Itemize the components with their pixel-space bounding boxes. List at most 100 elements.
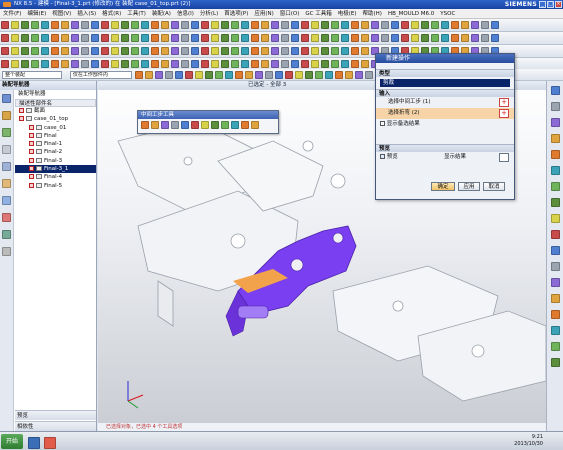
toolbar-tool-icon[interactable] xyxy=(381,21,389,29)
toolbar-tool-icon[interactable] xyxy=(211,47,219,55)
type-dropdown[interactable]: 剪裁 xyxy=(380,79,510,87)
selection-tool-icon[interactable] xyxy=(204,71,213,79)
toolbar-tool-icon[interactable] xyxy=(231,60,239,68)
menu-item[interactable]: 帮助(H) xyxy=(360,11,385,17)
toolbar-tool-icon[interactable] xyxy=(291,60,299,68)
toolbar-tool-icon[interactable] xyxy=(361,34,369,42)
toolbar-tool-icon[interactable] xyxy=(231,47,239,55)
toolbar-tool-icon[interactable] xyxy=(161,60,169,68)
toolbar-tool-icon[interactable] xyxy=(61,21,69,29)
toolbar-tool-icon[interactable] xyxy=(261,34,269,42)
step-tool-icon[interactable] xyxy=(191,121,199,129)
toolbar-tool-icon[interactable] xyxy=(61,60,69,68)
toolbar-tool-icon[interactable] xyxy=(211,34,219,42)
selection-tool-icon[interactable] xyxy=(234,71,243,79)
toolbar-tool-icon[interactable] xyxy=(21,60,29,68)
app-taskbar-icon[interactable] xyxy=(28,437,40,449)
tree-node[interactable]: Final-3 xyxy=(15,157,96,165)
toolbar-tool-icon[interactable] xyxy=(211,60,219,68)
toolbar-tool-icon[interactable] xyxy=(81,21,89,29)
close-icon[interactable]: × xyxy=(555,1,562,8)
toolbar-tool-icon[interactable] xyxy=(401,34,409,42)
toolbar-tool-icon[interactable] xyxy=(1,34,9,42)
toolbar-tool-icon[interactable] xyxy=(341,60,349,68)
toolbar-tool-icon[interactable] xyxy=(21,34,29,42)
toolbar-tool-icon[interactable] xyxy=(251,47,259,55)
toolbar-tool-icon[interactable] xyxy=(91,21,99,29)
selection-tool-icon[interactable] xyxy=(244,71,253,79)
tree-node[interactable]: Final xyxy=(15,132,96,140)
selection-tool-icon[interactable] xyxy=(174,71,183,79)
resource-tab-icon[interactable] xyxy=(550,246,560,255)
toolbar-tool-icon[interactable] xyxy=(191,34,199,42)
resource-tab-icon[interactable] xyxy=(550,262,560,271)
resource-tab-icon[interactable] xyxy=(550,230,560,239)
toolbar-tool-icon[interactable] xyxy=(191,47,199,55)
visibility-checkbox-icon[interactable] xyxy=(29,174,34,180)
menu-item[interactable]: 信息(I) xyxy=(174,11,197,17)
toolbar-tool-icon[interactable] xyxy=(81,34,89,42)
toolbar-tool-icon[interactable] xyxy=(171,60,179,68)
toolbar-tool-icon[interactable] xyxy=(171,21,179,29)
maximize-icon[interactable]: □ xyxy=(547,1,554,8)
toolbar-tool-icon[interactable] xyxy=(91,34,99,42)
toolbar-tool-icon[interactable] xyxy=(461,21,469,29)
toolbar-tool-icon[interactable] xyxy=(471,34,479,42)
toolbar-tool-icon[interactable] xyxy=(161,47,169,55)
toolbar-tool-icon[interactable] xyxy=(371,34,379,42)
menu-item[interactable]: 分析(L) xyxy=(197,11,221,17)
toolbar-tool-icon[interactable] xyxy=(221,34,229,42)
menu-item[interactable]: 窗口(O) xyxy=(277,11,303,17)
toolbar-tool-icon[interactable] xyxy=(151,34,159,42)
toolbar-tool-icon[interactable] xyxy=(231,34,239,42)
visibility-checkbox-icon[interactable] xyxy=(29,141,34,147)
visibility-checkbox-icon[interactable] xyxy=(29,182,34,188)
toolbar-tool-icon[interactable] xyxy=(11,47,19,55)
toolbar-tool-icon[interactable] xyxy=(421,34,429,42)
menu-item[interactable]: 电极(E) xyxy=(335,11,360,17)
visibility-checkbox-icon[interactable] xyxy=(29,132,34,138)
toolbar-tool-icon[interactable] xyxy=(71,47,79,55)
preview-row[interactable]: 预览 显示结果 xyxy=(376,152,514,163)
nx-taskbar-icon[interactable] xyxy=(44,437,56,449)
toolbar-tool-icon[interactable] xyxy=(221,60,229,68)
toolbar-tool-icon[interactable] xyxy=(341,21,349,29)
toolbar-tool-icon[interactable] xyxy=(301,60,309,68)
tree-node[interactable]: Final-3_1 xyxy=(15,165,96,174)
toolbar-tool-icon[interactable] xyxy=(131,47,139,55)
selection-tool-icon[interactable] xyxy=(354,71,363,79)
tree-node[interactable]: case_01 xyxy=(15,124,96,132)
roles-icon[interactable] xyxy=(2,230,11,239)
toolbar-tool-icon[interactable] xyxy=(401,21,409,29)
toolbar-tool-icon[interactable] xyxy=(161,34,169,42)
resource-tab-icon[interactable] xyxy=(550,294,560,303)
resource-tab-icon[interactable] xyxy=(550,310,560,319)
toolbar-tool-icon[interactable] xyxy=(411,21,419,29)
type-section-header[interactable]: 类型 xyxy=(376,69,514,77)
toolbar-tool-icon[interactable] xyxy=(261,47,269,55)
menu-item[interactable]: 格式(R) xyxy=(99,11,124,17)
toolbar-tool-icon[interactable] xyxy=(31,60,39,68)
toolbar-tool-icon[interactable] xyxy=(201,47,209,55)
toolbar-tool-icon[interactable] xyxy=(1,21,9,29)
selection-tool-icon[interactable] xyxy=(184,71,193,79)
toolbar-tool-icon[interactable] xyxy=(151,47,159,55)
select-intermediate-row[interactable]: 选择中间工步 (1) + xyxy=(376,97,514,108)
toolbar-tool-icon[interactable] xyxy=(361,47,369,55)
show-alternatives-row[interactable]: 显示备选结果 xyxy=(376,119,514,130)
toolbar-tool-icon[interactable] xyxy=(351,21,359,29)
toolbar-tool-icon[interactable] xyxy=(41,60,49,68)
resource-tab-icon[interactable] xyxy=(550,166,560,175)
toolbar-tool-icon[interactable] xyxy=(371,21,379,29)
toolbar-tool-icon[interactable] xyxy=(1,60,9,68)
ok-button[interactable]: 确定 xyxy=(431,182,455,191)
toolbar-tool-icon[interactable] xyxy=(351,47,359,55)
toolbar-tool-icon[interactable] xyxy=(381,34,389,42)
toolbar-tool-icon[interactable] xyxy=(81,60,89,68)
tree-node[interactable]: Final-2 xyxy=(15,148,96,156)
toolbar-tool-icon[interactable] xyxy=(91,47,99,55)
resource-tab-icon[interactable] xyxy=(550,150,560,159)
step-tool-icon[interactable] xyxy=(241,121,249,129)
toolbar-tool-icon[interactable] xyxy=(481,21,489,29)
toolbar-tool-icon[interactable] xyxy=(101,47,109,55)
